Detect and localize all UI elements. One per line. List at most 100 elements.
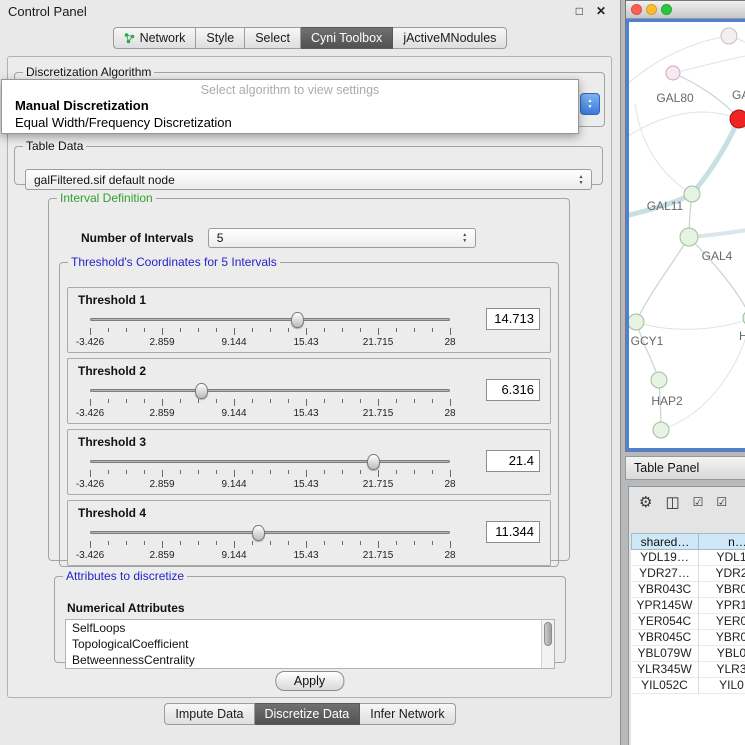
table-row[interactable]: YDL19…YDL1… [631, 550, 745, 566]
tab-select[interactable]: Select [245, 27, 301, 49]
tab-discretize-data[interactable]: Discretize Data [255, 703, 361, 725]
columns-icon[interactable]: ◫ [665, 495, 679, 510]
desktop: Control Panel □ ✕ Network Style SelectCyni… [0, 0, 745, 745]
table-cell[interactable]: YLR345W [631, 662, 699, 678]
table-data-combo[interactable]: galFiltered.sif default node ▲▼ [25, 169, 592, 190]
apply-button[interactable]: Apply [275, 671, 344, 691]
table-cell[interactable]: YER054C [631, 614, 699, 630]
network-node[interactable] [666, 66, 680, 80]
attribute-list-item[interactable]: SelfLoops [66, 620, 554, 636]
table-cell[interactable]: YDL19… [631, 550, 699, 566]
tab-jactivemnodules[interactable]: jActiveMNodules [393, 27, 507, 49]
table-cell[interactable]: YBL0… [699, 646, 745, 662]
minimize-traffic-light-icon[interactable] [646, 4, 657, 15]
attribute-list-item[interactable]: BetweennessCentrality [66, 652, 554, 668]
spinner-arrows-icon[interactable]: ▲▼ [458, 232, 472, 244]
table-cell[interactable]: YDR27… [631, 566, 699, 582]
table-row[interactable]: YBL079WYBL0… [631, 646, 745, 662]
table-cell[interactable]: YER0… [699, 614, 745, 630]
slider-track[interactable] [90, 531, 450, 534]
table-cell[interactable]: YDL1… [699, 550, 745, 566]
slider-thumb[interactable] [195, 383, 208, 399]
network-window-titlebar[interactable] [626, 1, 745, 19]
slider-track[interactable] [90, 389, 450, 392]
network-node[interactable] [680, 228, 698, 246]
number-of-intervals-row: Number of Intervals 5 ▲▼ [81, 227, 549, 249]
network-node[interactable] [629, 314, 644, 330]
table-row[interactable]: YLR345WYLR3… [631, 662, 745, 678]
network-node[interactable] [653, 422, 669, 438]
table-row[interactable]: YBR045CYBR0… [631, 630, 745, 646]
algorithm-option-manual-discretization[interactable]: Manual Discretization [2, 97, 578, 114]
threshold-value-field[interactable]: 14.713 [486, 308, 540, 330]
table-row[interactable]: YPR145WYPR1… [631, 598, 745, 614]
tab-impute-data[interactable]: Impute Data [164, 703, 254, 725]
select-all-checkbox-icon[interactable]: ☑ [693, 495, 704, 510]
slider-thumb[interactable] [252, 525, 265, 541]
table-cell[interactable]: YBR0… [699, 630, 745, 646]
network-node[interactable] [684, 186, 700, 202]
threshold-label: Threshold 4 [78, 506, 146, 520]
table-cell[interactable]: YBR045C [631, 630, 699, 646]
table-body: YDL19…YDL1…YDR27…YDR2…YBR043CYBR0…YPR145… [631, 550, 745, 745]
interval-definition-title: Interval Definition [57, 191, 156, 205]
network-node-label: H [739, 329, 745, 343]
table-row[interactable]: YER054CYER0… [631, 614, 745, 630]
slider-thumb[interactable] [367, 454, 380, 470]
threshold-slider[interactable]: -3.4262.8599.14415.4321.71528 [90, 312, 450, 352]
list-scrollbar[interactable] [541, 620, 554, 668]
table-cell[interactable]: YBL079W [631, 646, 699, 662]
close-window-icon[interactable]: ✕ [596, 4, 606, 18]
threshold-value-field[interactable]: 11.344 [486, 521, 540, 543]
zoom-traffic-light-icon[interactable] [661, 4, 672, 15]
table-panel-titlebar[interactable]: Table Panel [625, 456, 745, 480]
tab-network[interactable]: Network [113, 27, 197, 49]
network-view-window: GAL80GAGAL11GAL4GCY1HAP2H [625, 0, 745, 452]
float-window-icon[interactable]: □ [576, 4, 583, 18]
table-cell[interactable]: YPR1… [699, 598, 745, 614]
table-cell[interactable]: YDR2… [699, 566, 745, 582]
threshold-value-field[interactable]: 6.316 [486, 379, 540, 401]
network-node[interactable] [651, 372, 667, 388]
tab-style[interactable]: Style [196, 27, 245, 49]
threshold-value-field[interactable]: 21.4 [486, 450, 540, 472]
network-canvas[interactable]: GAL80GAGAL11GAL4GCY1HAP2H [626, 19, 745, 451]
tab-infer-network[interactable]: Infer Network [360, 703, 455, 725]
algorithm-option-equal-width-frequency-discretization[interactable]: Equal Width/Frequency Discretization [2, 114, 578, 131]
spinner-arrows-icon[interactable]: ▲▼ [574, 174, 588, 186]
slider-track[interactable] [90, 460, 450, 463]
tab-cyni-toolbox[interactable]: Cyni Toolbox [301, 27, 393, 49]
threshold-slider[interactable]: -3.4262.8599.14415.4321.71528 [90, 383, 450, 423]
numerical-attributes-list[interactable]: SelfLoopsTopologicalCoefficientBetweenne… [65, 619, 555, 669]
network-node[interactable] [721, 28, 737, 44]
scrollbar-thumb[interactable] [544, 622, 552, 646]
threshold-slider[interactable]: -3.4262.8599.14415.4321.71528 [90, 454, 450, 494]
attribute-list-item[interactable]: TopologicalCoefficient [66, 636, 554, 652]
thresholds-container: Threshold 1-3.4262.8599.14415.4321.71528… [67, 287, 551, 566]
table-cell[interactable]: YLR3… [699, 662, 745, 678]
network-node[interactable] [730, 110, 745, 128]
tab-label: Style [206, 31, 234, 45]
table-cell[interactable]: YPR145W [631, 598, 699, 614]
slider-thumb[interactable] [291, 312, 304, 328]
close-traffic-light-icon[interactable] [631, 4, 642, 15]
algorithm-combo-spinner[interactable]: ▲▼ [580, 93, 600, 115]
table-row[interactable]: YIL052CYIL0… [631, 678, 745, 694]
table-cell[interactable]: YIL0… [699, 678, 745, 694]
select-columns-checkbox-icon[interactable]: ☑ [716, 495, 727, 510]
control-panel-titlebar: Control Panel □ ✕ [0, 0, 620, 22]
slider-track[interactable] [90, 318, 450, 321]
column-header-name[interactable]: n… [699, 533, 745, 550]
table-toolbar: ⚙ ◫ ☑ ☑ [629, 487, 745, 517]
table-cell[interactable]: YIL052C [631, 678, 699, 694]
number-of-intervals-combo[interactable]: 5 ▲▼ [208, 228, 476, 248]
column-header-shared-name[interactable]: shared… [631, 533, 699, 550]
settings-gear-icon[interactable]: ⚙ [639, 495, 652, 510]
threshold-slider[interactable]: -3.4262.8599.14415.4321.71528 [90, 525, 450, 565]
table-row[interactable]: YDR27…YDR2… [631, 566, 745, 582]
tab-label: jActiveMNodules [403, 31, 496, 45]
table-cell[interactable]: YBR0… [699, 582, 745, 598]
table-row[interactable]: YBR043CYBR0… [631, 582, 745, 598]
network-node-label: GA [732, 88, 745, 102]
table-cell[interactable]: YBR043C [631, 582, 699, 598]
